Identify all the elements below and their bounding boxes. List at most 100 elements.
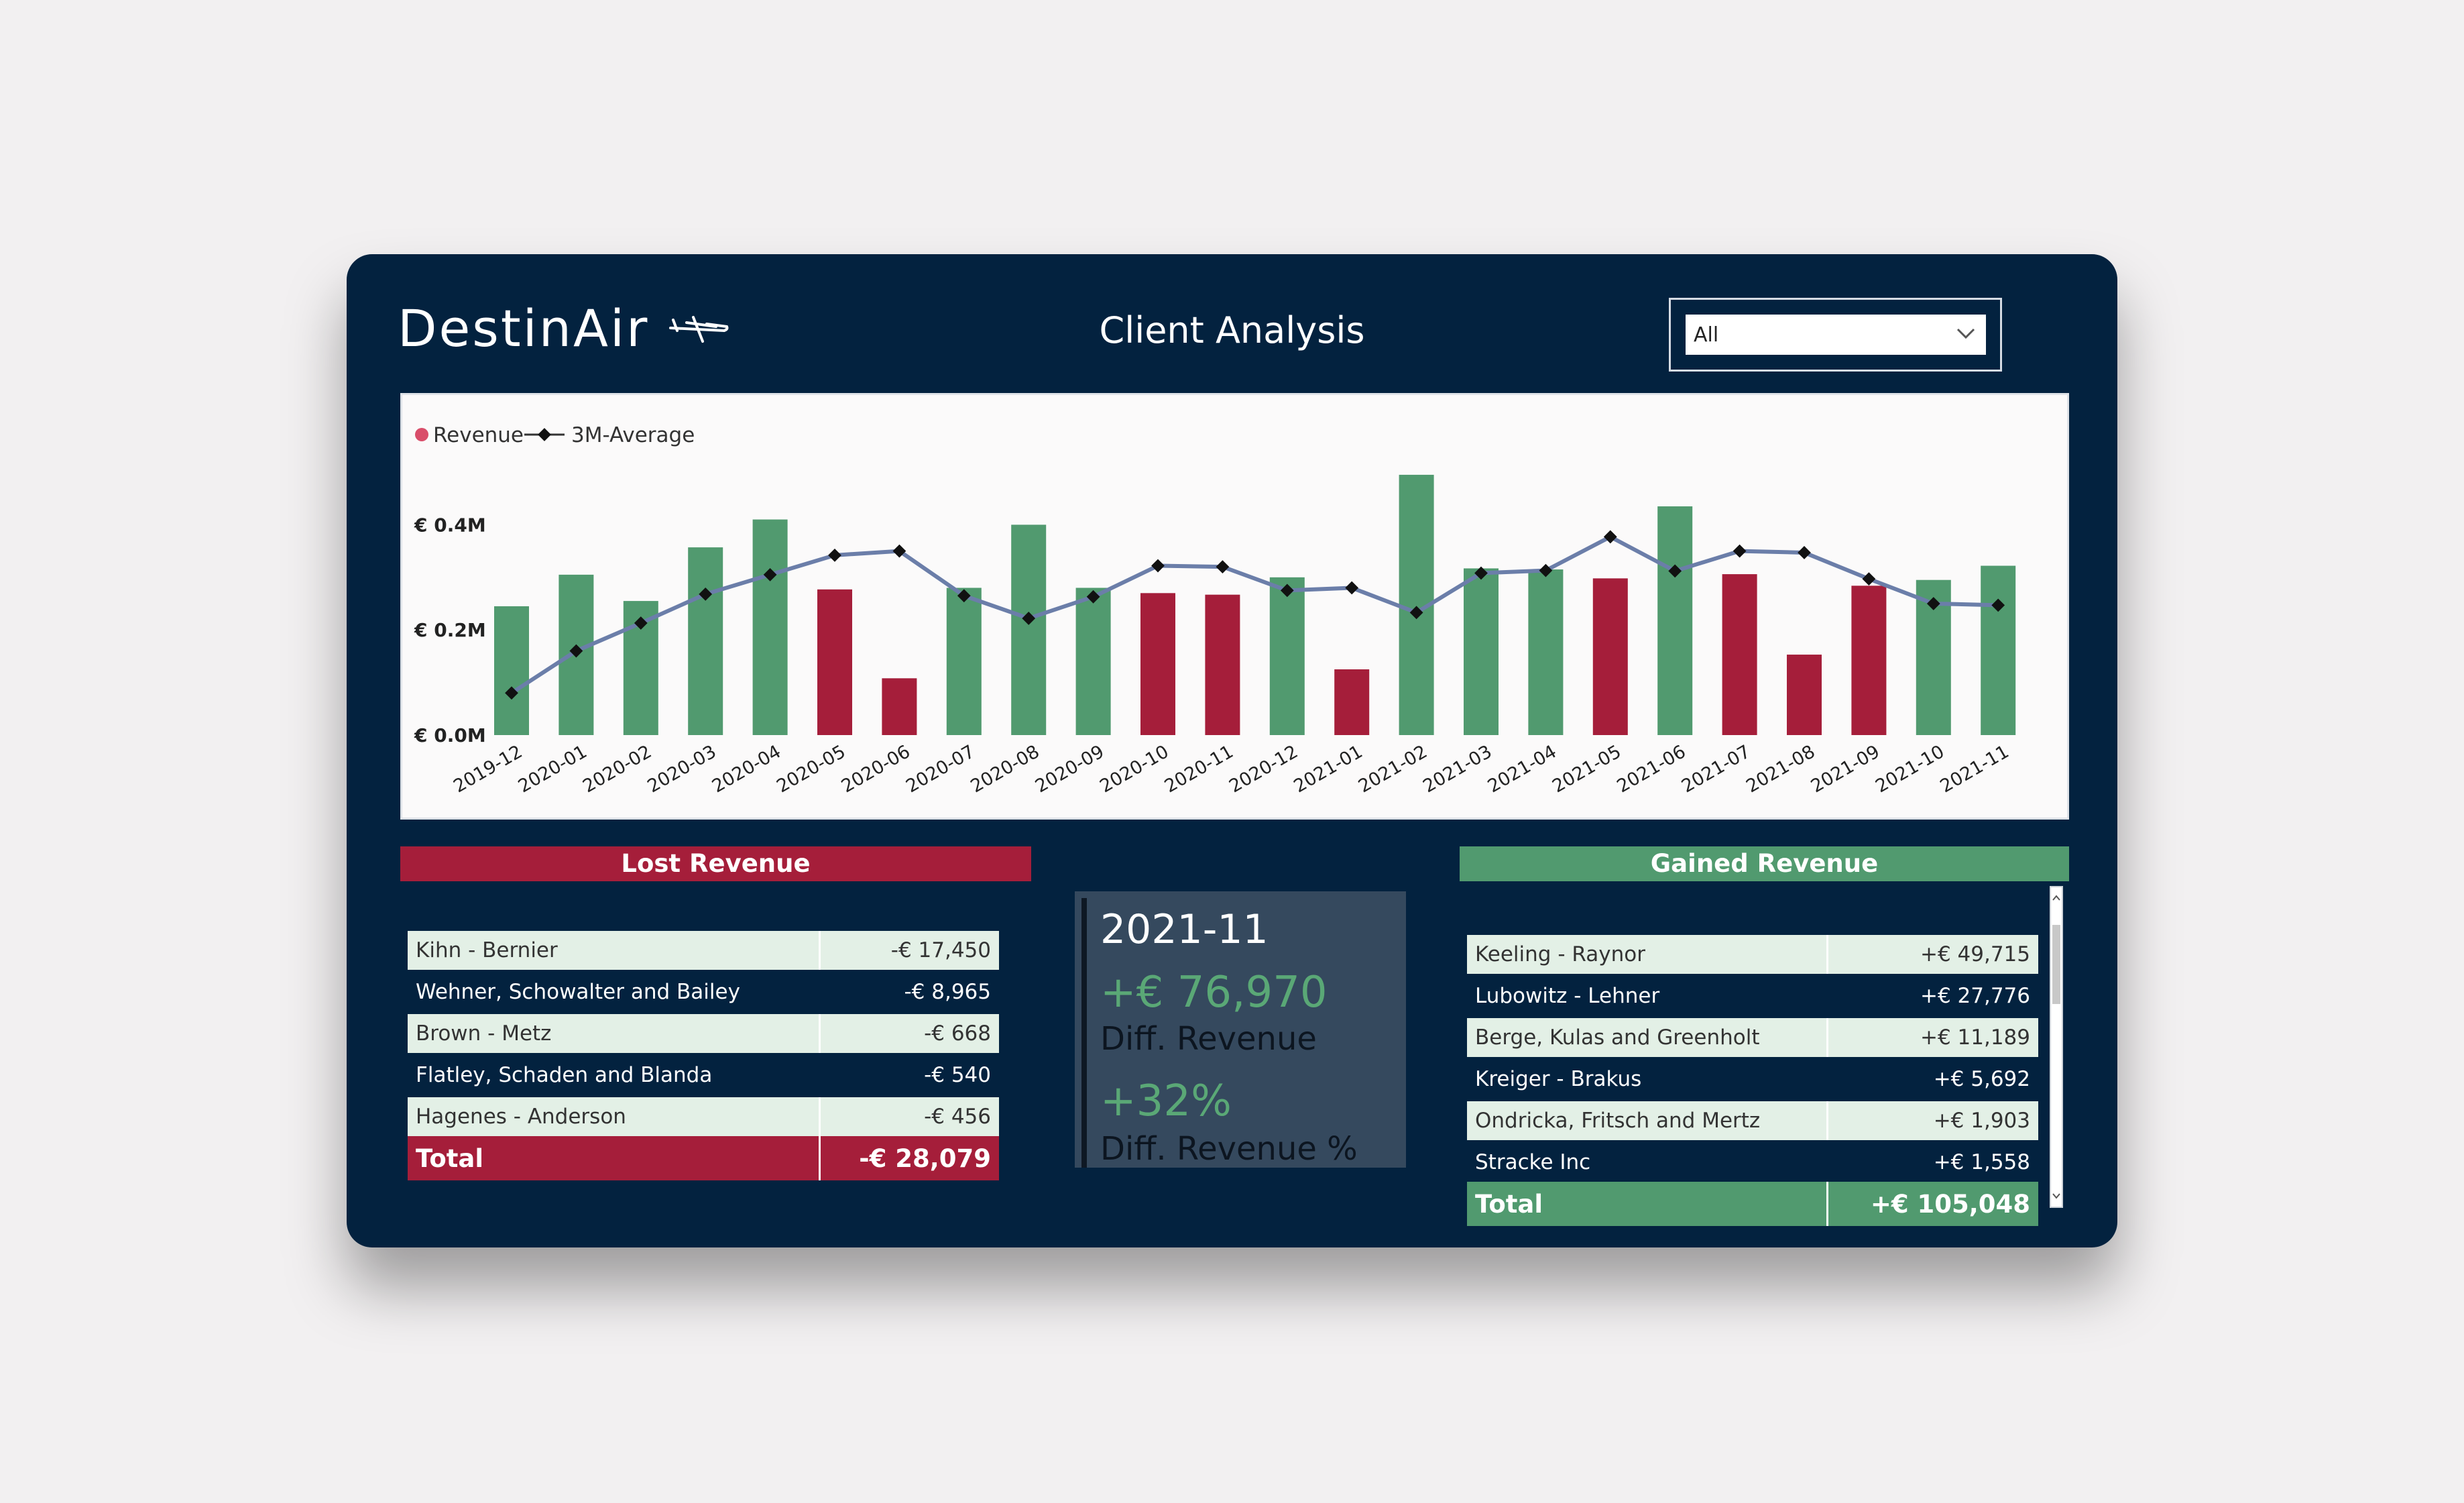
- x-tick-label: 2020-09: [1032, 741, 1108, 797]
- x-tick-label: 2020-08: [967, 741, 1043, 797]
- revenue-bar: [1592, 578, 1628, 735]
- x-tick-label: 2020-01: [515, 741, 591, 797]
- table-row[interactable]: Keeling - Raynor +€ 49,715: [1467, 935, 2038, 974]
- scroll-up-icon[interactable]: [2051, 891, 2062, 905]
- revenue-chart-svg: Revenue 3M-Average € 0.0M € 0.2M € 0.4M 2019-…: [414, 423, 2016, 797]
- average-point: [828, 548, 841, 562]
- client-name: Lubowitz - Lehner: [1475, 984, 1660, 1008]
- revenue-bar: [882, 678, 917, 735]
- client-name: Berge, Kulas and Greenholt: [1467, 1018, 1829, 1057]
- revenue-value: +€ 11,189: [1828, 1018, 2038, 1057]
- client-name: Stracke Inc: [1475, 1150, 1591, 1174]
- table-row[interactable]: Lubowitz - Lehner +€ 27,776: [1467, 977, 2038, 1015]
- table-row[interactable]: Hagenes - Anderson -€ 456: [408, 1097, 999, 1136]
- gained-revenue-header: Gained Revenue: [1460, 846, 2069, 881]
- table-row[interactable]: Ondricka, Fritsch and Mertz +€ 1,903: [1467, 1101, 2038, 1140]
- client-filter-dropdown[interactable]: All: [1686, 315, 1986, 355]
- x-tick-label: 2021-10: [1872, 741, 1948, 797]
- revenue-bar: [1334, 669, 1370, 735]
- x-tick-label: 2020-04: [709, 741, 784, 797]
- x-tick-label: 2021-02: [1355, 741, 1431, 797]
- client-name: Ondricka, Fritsch and Mertz: [1467, 1101, 1829, 1140]
- lost-revenue-header: Lost Revenue: [400, 846, 1031, 881]
- total-value: +€ 105,048: [1828, 1182, 2038, 1226]
- x-tick-label: 2020-06: [838, 741, 914, 797]
- x-tick-label: 2021-03: [1419, 741, 1495, 797]
- average-point: [1733, 544, 1747, 558]
- x-tick-label: 2021-08: [1743, 741, 1818, 797]
- client-name: Kreiger - Brakus: [1475, 1067, 1642, 1091]
- revenue-value: +€ 49,715: [1828, 935, 2038, 974]
- revenue-value: -€ 456: [820, 1097, 999, 1136]
- total-label: Total: [408, 1136, 821, 1180]
- gained-table-scrollbar[interactable]: [2050, 886, 2063, 1208]
- revenue-value: -€ 668: [820, 1014, 999, 1053]
- table-row[interactable]: Kihn - Bernier -€ 17,450: [408, 931, 999, 970]
- total-label: Total: [1467, 1182, 1829, 1226]
- kpi-diff-percent: +32%: [1100, 1076, 1232, 1126]
- total-row: Total -€ 28,079: [408, 1136, 999, 1180]
- chevron-down-icon: [1956, 328, 1975, 339]
- total-value: -€ 28,079: [820, 1136, 999, 1180]
- revenue-bar: [688, 547, 723, 735]
- x-tick-label: 2021-05: [1549, 741, 1625, 797]
- client-name: Wehner, Schowalter and Bailey: [416, 980, 740, 1004]
- dashboard-card: DestinAir Client Analysis All Revenue 3M-…: [347, 254, 2117, 1247]
- table-row[interactable]: Brown - Metz -€ 668: [408, 1014, 999, 1053]
- client-name: Keeling - Raynor: [1467, 935, 1829, 974]
- average-point: [1862, 572, 1876, 586]
- scroll-down-icon[interactable]: [2051, 1189, 2062, 1203]
- client-name: Kihn - Bernier: [408, 931, 821, 970]
- average-line: [510, 535, 1999, 695]
- client-name: Flatley, Schaden and Blanda: [416, 1063, 713, 1087]
- revenue-bar: [1851, 586, 1887, 735]
- revenue-bar: [1269, 577, 1305, 735]
- average-point: [1216, 560, 1230, 574]
- revenue-bar: [1464, 568, 1499, 735]
- legend-average-marker: [538, 428, 551, 441]
- x-tick-label: 2020-07: [902, 741, 978, 797]
- x-tick-label: 2020-05: [773, 741, 849, 797]
- kpi-period: 2021-11: [1100, 906, 1269, 953]
- revenue-value: +€ 1,558: [1933, 1150, 2030, 1174]
- legend-revenue-swatch: [415, 428, 428, 441]
- x-tick-label: 2020-11: [1161, 741, 1237, 797]
- table-row[interactable]: Berge, Kulas and Greenholt +€ 11,189: [1467, 1018, 2038, 1057]
- x-tick-label: 2021-09: [1808, 741, 1883, 797]
- x-tick-label: 2020-02: [579, 741, 655, 797]
- client-name: Hagenes - Anderson: [408, 1097, 821, 1136]
- table-row[interactable]: Wehner, Schowalter and Bailey -€ 8,965: [408, 972, 999, 1011]
- x-tick-label: 2020-10: [1096, 741, 1172, 797]
- lost-revenue-table: Kihn - Bernier -€ 17,450 Wehner, Schowalte…: [408, 931, 999, 1180]
- revenue-bar: [1205, 594, 1240, 735]
- x-tick-label: 2021-01: [1291, 741, 1366, 797]
- revenue-bar: [1787, 655, 1822, 735]
- revenue-value: -€ 8,965: [904, 980, 991, 1004]
- revenue-bar: [817, 589, 852, 735]
- revenue-value: -€ 17,450: [820, 931, 999, 970]
- revenue-bar: [1140, 593, 1175, 735]
- revenue-value: +€ 27,776: [1920, 984, 2030, 1008]
- kpi-diff-revenue-label: Diff. Revenue: [1100, 1020, 1317, 1058]
- x-tick-label: 2020-12: [1226, 741, 1301, 797]
- scroll-thumb[interactable]: [2052, 925, 2060, 1004]
- kpi-accent-bar: [1081, 898, 1087, 1168]
- kpi-diff-percent-label: Diff. Revenue %: [1100, 1130, 1358, 1168]
- revenue-value: -€ 540: [924, 1063, 991, 1087]
- revenue-bar: [1657, 506, 1693, 735]
- revenue-chart: Revenue 3M-Average € 0.0M € 0.2M € 0.4M 2019-…: [400, 393, 2069, 820]
- table-row[interactable]: Flatley, Schaden and Blanda -€ 540: [408, 1056, 999, 1095]
- average-point: [1151, 559, 1165, 573]
- revenue-bar: [752, 519, 788, 735]
- revenue-bar: [1075, 588, 1111, 735]
- x-tick-label: 2021-06: [1614, 741, 1690, 797]
- total-row: Total +€ 105,048: [1467, 1182, 2038, 1226]
- revenue-bar: [1981, 565, 2016, 735]
- revenue-bar: [1528, 569, 1564, 735]
- table-row[interactable]: Stracke Inc +€ 1,558: [1467, 1143, 2038, 1182]
- table-row[interactable]: Kreiger - Brakus +€ 5,692: [1467, 1060, 2038, 1099]
- revenue-value: +€ 1,903: [1828, 1101, 2038, 1140]
- gained-revenue-table: Keeling - Raynor +€ 49,715 Lubowitz - Lehn…: [1467, 935, 2038, 1226]
- client-name: Brown - Metz: [408, 1014, 821, 1053]
- y-tick-label: € 0.0M: [414, 724, 486, 746]
